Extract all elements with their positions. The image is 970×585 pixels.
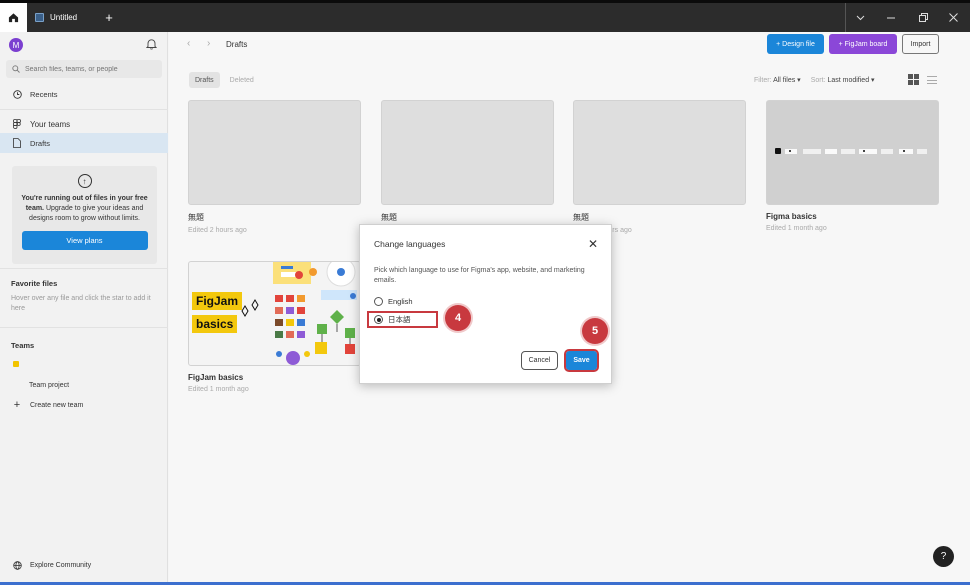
sidebar-divider bbox=[0, 109, 168, 110]
dialog-description: Pick which language to use for Figma's a… bbox=[374, 267, 585, 284]
file-title: 無題 bbox=[381, 213, 397, 222]
sidebar-divider bbox=[0, 327, 168, 328]
sidebar-item-your-teams[interactable]: Your teams bbox=[0, 114, 168, 134]
file-title: 無題 bbox=[573, 213, 589, 222]
step-marker-4: 4 bbox=[445, 305, 471, 331]
home-icon bbox=[8, 13, 19, 23]
favorite-files-heading: Favorite files bbox=[11, 279, 58, 288]
sidebar-item-create-new-team[interactable]: + Create new team bbox=[0, 395, 168, 415]
search-input[interactable] bbox=[25, 65, 155, 73]
file-edited: Edited 1 month ago bbox=[188, 386, 249, 393]
grid-view-icon[interactable] bbox=[908, 74, 919, 85]
team-color-dot bbox=[13, 361, 19, 367]
plus-icon[interactable]: + bbox=[101, 9, 117, 25]
sidebar-item-label: Explore Community bbox=[30, 561, 92, 569]
file-edited: Edited 1 month ago bbox=[766, 225, 827, 232]
file-card[interactable]: 無題 Edited 3 hours ago bbox=[573, 100, 746, 234]
file-thumbnail bbox=[573, 100, 746, 205]
arrow-up-icon: ↑ bbox=[77, 174, 92, 188]
file-title: FigJam basics bbox=[188, 373, 244, 382]
file-thumbnail bbox=[381, 100, 554, 205]
list-view-icon[interactable] bbox=[927, 76, 937, 84]
title-bar: Untitled + bbox=[0, 0, 970, 32]
search-icon bbox=[12, 65, 20, 73]
sidebar-item-label: Drafts bbox=[30, 138, 51, 148]
file-thumbnail bbox=[766, 100, 939, 205]
filter-label: Filter: bbox=[754, 77, 772, 84]
upgrade-card: ↑ You're running out of files in your fr… bbox=[12, 166, 157, 264]
file-title: 無題 bbox=[188, 213, 204, 222]
back-arrow-icon[interactable]: ‹ bbox=[187, 38, 190, 49]
breadcrumb: Drafts bbox=[226, 40, 248, 49]
chevron-down-icon[interactable] bbox=[850, 3, 870, 32]
radio-english[interactable] bbox=[374, 297, 383, 306]
tab-deleted[interactable]: Deleted bbox=[224, 72, 260, 88]
sort-label: Sort: bbox=[810, 77, 826, 84]
restore-icon[interactable] bbox=[912, 3, 934, 32]
upgrade-body-text: Upgrade to give your ideas and designs r… bbox=[29, 205, 144, 222]
minimize-icon[interactable] bbox=[880, 3, 902, 32]
filter-sort-bar: Filter: All files ▾ Sort: Last modified … bbox=[754, 76, 875, 84]
file-icon bbox=[12, 138, 22, 148]
close-icon[interactable] bbox=[942, 3, 964, 32]
search-box[interactable] bbox=[6, 60, 162, 78]
nav-arrows: ‹ › bbox=[187, 38, 210, 49]
file-title: Figma basics bbox=[766, 212, 817, 221]
home-tab[interactable] bbox=[0, 3, 27, 32]
clock-icon bbox=[12, 89, 22, 99]
file-icon bbox=[35, 13, 44, 22]
sidebar-divider bbox=[0, 268, 168, 269]
sidebar-item-team-project[interactable]: Team project bbox=[0, 375, 168, 395]
file-edited: Edited 2 hours ago bbox=[188, 227, 247, 234]
file-thumbnail bbox=[188, 100, 361, 205]
view-plans-button[interactable]: View plans bbox=[21, 231, 148, 250]
design-file-button[interactable]: + Design file bbox=[767, 34, 824, 54]
tabs: Drafts Deleted bbox=[189, 72, 260, 88]
filter-dropdown[interactable]: All files ▾ bbox=[773, 77, 801, 84]
language-option-english[interactable]: English bbox=[374, 297, 413, 306]
sidebar-item-explore-community[interactable]: Explore Community bbox=[0, 555, 168, 575]
file-card[interactable]: Figma basics Edited 1 month ago bbox=[766, 100, 939, 232]
figjam-basics-preview bbox=[241, 262, 357, 365]
upgrade-text: You're running out of files in your free… bbox=[20, 194, 149, 224]
cancel-button[interactable]: Cancel bbox=[521, 351, 558, 370]
help-button[interactable]: ? bbox=[933, 546, 954, 567]
globe-icon bbox=[12, 560, 22, 570]
option-label: English bbox=[388, 297, 413, 306]
step-marker-5: 5 bbox=[582, 318, 608, 344]
save-button[interactable]: Save bbox=[564, 349, 599, 372]
sidebar-item-label: Recents bbox=[30, 89, 58, 99]
top-bar: ‹ › Drafts + Design file + FigJam board … bbox=[169, 32, 970, 58]
sort-dropdown[interactable]: Last modified ▾ bbox=[827, 77, 874, 84]
file-card[interactable]: FigJam basics FigJam basics Edited 1 mon… bbox=[188, 261, 361, 393]
sidebar-item-recents[interactable]: Recents bbox=[0, 84, 168, 104]
file-thumbnail: FigJam basics bbox=[188, 261, 361, 366]
titlebar-divider bbox=[845, 3, 846, 32]
bell-icon[interactable] bbox=[145, 38, 158, 52]
file-card[interactable]: 無題 bbox=[381, 100, 554, 227]
file-card[interactable]: 無題 Edited 2 hours ago bbox=[188, 100, 361, 234]
tab-drafts[interactable]: Drafts bbox=[189, 72, 220, 88]
highlight-box bbox=[367, 311, 438, 328]
teams-heading: Teams bbox=[11, 341, 35, 350]
file-tab-title: Untitled bbox=[50, 13, 78, 22]
import-button[interactable]: Import bbox=[902, 34, 939, 54]
close-icon[interactable]: ✕ bbox=[588, 237, 598, 251]
figma-logo-icon bbox=[12, 119, 22, 129]
plus-icon: + bbox=[13, 399, 21, 411]
sidebar: M Recents Your teams Drafts ↑ You're run… bbox=[0, 32, 168, 582]
favorite-files-hint: Hover over any file and click the star t… bbox=[11, 295, 151, 312]
figjam-board-button[interactable]: + FigJam board bbox=[829, 34, 897, 54]
sidebar-item-label: Your teams bbox=[30, 119, 71, 129]
sidebar-item-drafts[interactable]: Drafts bbox=[0, 133, 168, 153]
file-tab[interactable]: Untitled bbox=[27, 3, 95, 32]
sidebar-item-label: Team project bbox=[29, 381, 70, 389]
forward-arrow-icon[interactable]: › bbox=[207, 38, 210, 49]
dialog-title: Change languages bbox=[374, 239, 446, 249]
figma-basics-preview bbox=[775, 148, 927, 154]
avatar[interactable]: M bbox=[9, 38, 23, 52]
sidebar-item-label: Create new team bbox=[30, 401, 84, 409]
change-languages-dialog: Change languages ✕ Pick which language t… bbox=[359, 224, 612, 384]
